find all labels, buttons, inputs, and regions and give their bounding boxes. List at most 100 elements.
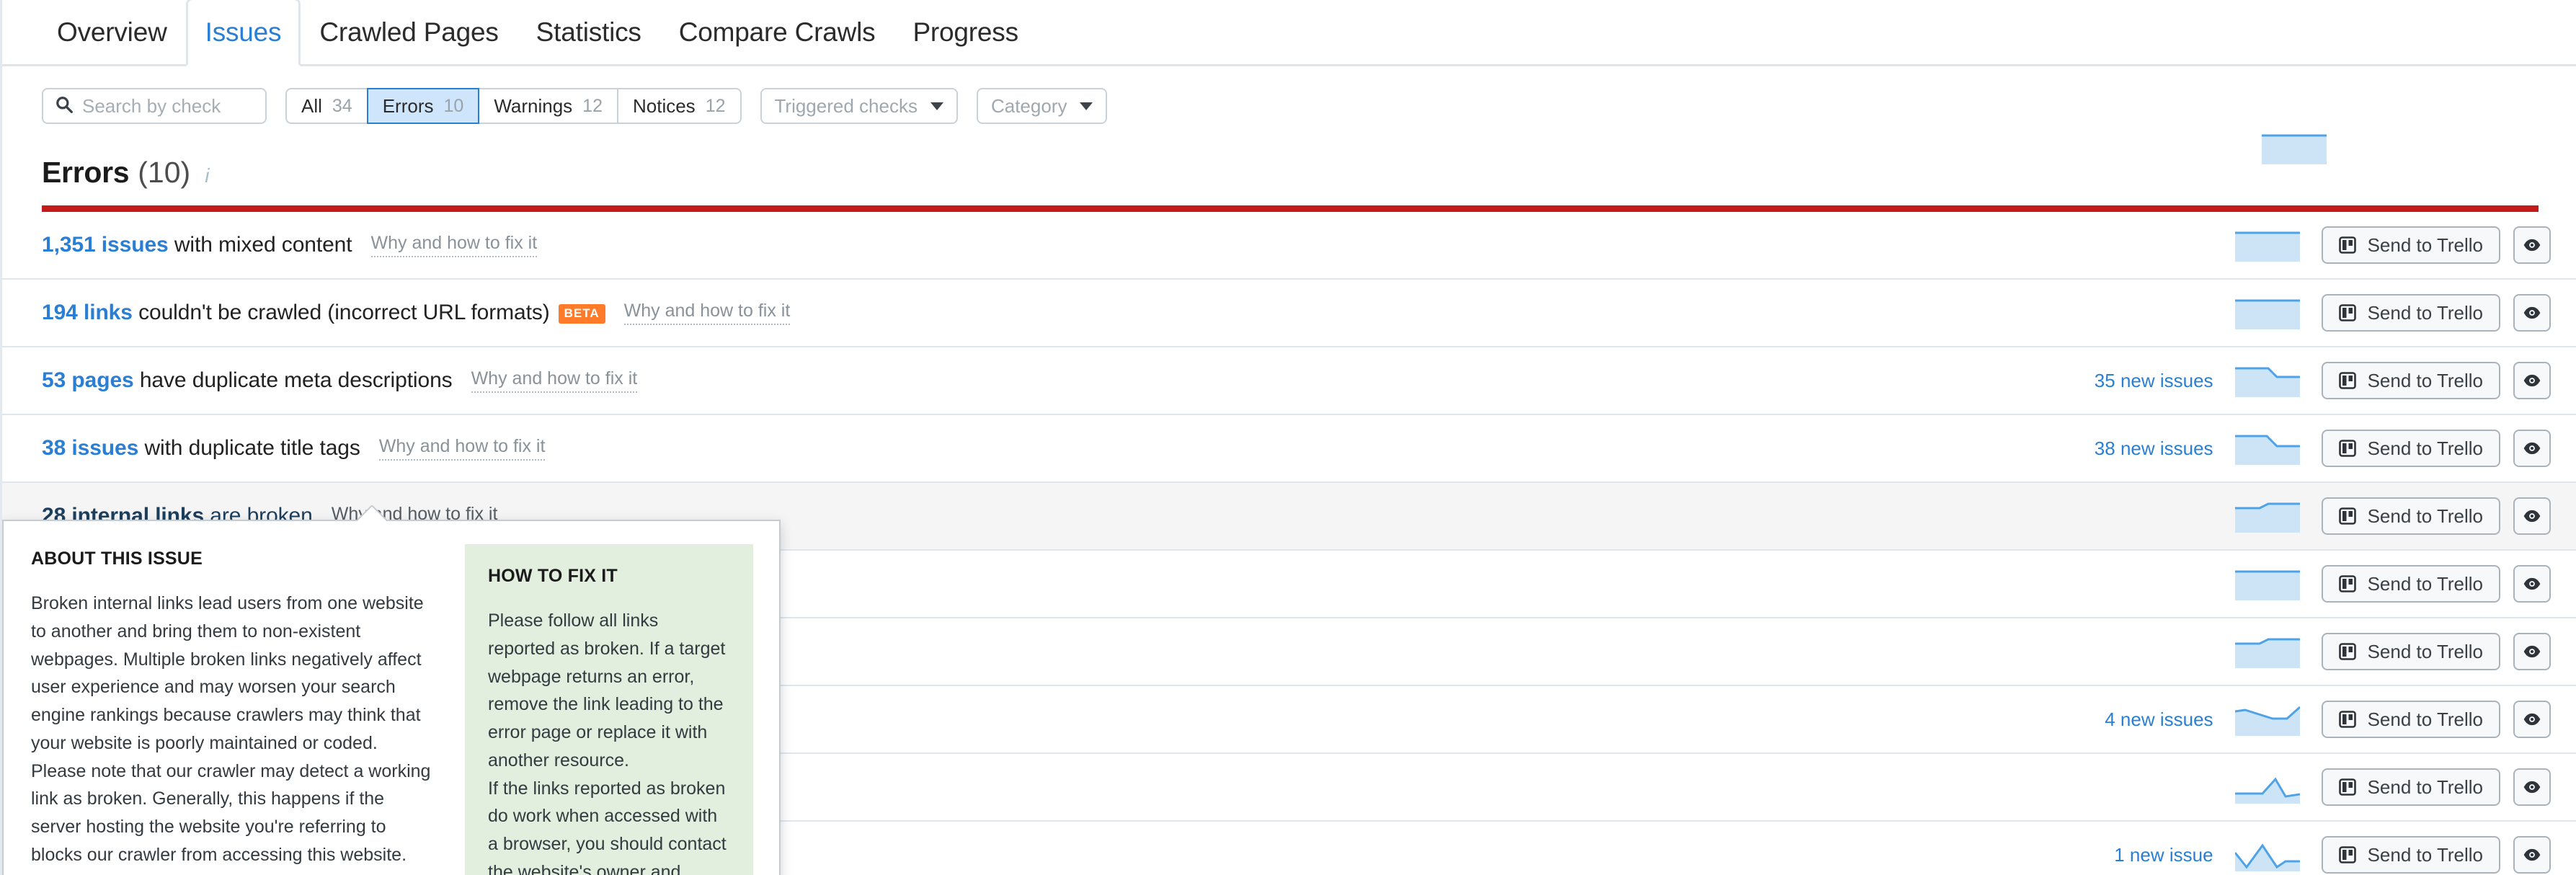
trello-icon (2338, 778, 2356, 796)
send-to-trello-button[interactable]: Send to Trello (2321, 836, 2500, 874)
issue-title[interactable]: 1,351 issues with mixed content (42, 233, 352, 257)
sparkline-flat-full-icon (2234, 299, 2300, 329)
tab-issues-label: Issues (205, 17, 282, 47)
errors-divider-rule (42, 205, 2539, 212)
chevron-down-icon (930, 102, 943, 110)
tooltip-arrow-icon (357, 505, 388, 521)
preview-button[interactable] (2513, 430, 2551, 467)
why-and-how-to-fix-link[interactable]: Why and how to fix it (471, 368, 638, 393)
table-row[interactable]: 194 links couldn't be crawled (incorrect… (2, 280, 2576, 347)
tab-compare-crawls[interactable]: Compare Crawls (660, 19, 894, 64)
preview-button[interactable] (2513, 836, 2551, 874)
tooltip-fix-body: Please follow all links reported as brok… (488, 610, 727, 875)
send-to-trello-button[interactable]: Send to Trello (2321, 497, 2500, 535)
main-tab-bar: Overview Issues Crawled Pages Statistics… (2, 0, 2576, 66)
send-to-trello-label: Send to Trello (2367, 572, 2483, 595)
send-to-trello-button[interactable]: Send to Trello (2321, 565, 2500, 603)
issue-title[interactable]: 53 pages have duplicate meta description… (42, 368, 453, 393)
tab-compare-crawls-label: Compare Crawls (678, 17, 876, 47)
trello-icon (2338, 711, 2356, 728)
filter-warnings[interactable]: Warnings 12 (479, 88, 617, 124)
sparkline-step-up-icon (2234, 502, 2300, 533)
preview-button[interactable] (2513, 226, 2551, 264)
send-to-trello-label: Send to Trello (2367, 301, 2483, 324)
preview-button[interactable] (2513, 633, 2551, 670)
row-actions: Send to Trello (1997, 565, 2551, 603)
info-icon[interactable]: i (205, 164, 209, 187)
eye-icon (2523, 781, 2541, 794)
send-to-trello-button[interactable]: Send to Trello (2321, 430, 2500, 467)
search-input[interactable] (81, 94, 249, 118)
send-to-trello-button[interactable]: Send to Trello (2321, 362, 2500, 399)
table-row[interactable]: 38 issues with duplicate title tags Why … (2, 415, 2576, 483)
issue-text: with mixed content (168, 233, 352, 257)
new-issues-link[interactable]: 4 new issues (1997, 709, 2213, 731)
issue-title[interactable]: 38 issues with duplicate title tags (42, 436, 360, 461)
send-to-trello-label: Send to Trello (2367, 776, 2483, 798)
preview-button[interactable] (2513, 701, 2551, 738)
sparkline-step-down-icon (2234, 435, 2300, 465)
issue-text: have duplicate meta descriptions (133, 368, 453, 392)
why-and-how-to-fix-link[interactable]: Why and how to fix it (370, 233, 538, 257)
preview-button[interactable] (2513, 565, 2551, 603)
search-box[interactable] (42, 88, 267, 124)
severity-segmented-control: All 34 Errors 10 Warnings 12 Notices 12 (285, 88, 742, 124)
why-and-how-to-fix-link[interactable]: Why and how to fix it (378, 436, 546, 461)
filter-errors-label: Errors (382, 94, 434, 117)
eye-icon (2523, 306, 2541, 319)
tooltip-about-heading: ABOUT THIS ISSUE (31, 548, 203, 569)
eye-icon (2523, 239, 2541, 252)
send-to-trello-button[interactable]: Send to Trello (2321, 633, 2500, 670)
issue-count-link[interactable]: 194 links (42, 301, 133, 324)
send-to-trello-button[interactable]: Send to Trello (2321, 701, 2500, 738)
tab-progress[interactable]: Progress (894, 19, 1036, 64)
new-issues-link[interactable]: 35 new issues (1997, 370, 2213, 392)
issue-count-link[interactable]: 53 pages (42, 368, 134, 392)
row-actions: 4 new issues Send to Trello (1997, 701, 2551, 738)
tab-statistics[interactable]: Statistics (518, 19, 660, 64)
new-issues-link[interactable]: 38 new issues (1997, 438, 2213, 460)
triggered-checks-dropdown[interactable]: Triggered checks (760, 88, 958, 124)
trello-icon (2338, 440, 2356, 457)
table-row[interactable]: 1,351 issues with mixed content Why and … (2, 212, 2576, 280)
preview-button[interactable] (2513, 362, 2551, 399)
issue-text: couldn't be crawled (incorrect URL forma… (132, 301, 550, 324)
send-to-trello-button[interactable]: Send to Trello (2321, 226, 2500, 264)
row-actions: 35 new issues Send to Trello (1997, 362, 2551, 399)
new-issues-link[interactable]: 1 new issue (1997, 844, 2213, 866)
issue-title[interactable]: 194 links couldn't be crawled (incorrect… (42, 301, 605, 325)
chevron-down-icon (1080, 102, 1093, 110)
filter-notices[interactable]: Notices 12 (616, 88, 742, 124)
tab-issues[interactable]: Issues (185, 0, 301, 66)
table-row[interactable]: 53 pages have duplicate meta description… (2, 347, 2576, 415)
category-dropdown[interactable]: Category (976, 88, 1108, 124)
trello-icon (2338, 643, 2356, 660)
preview-button[interactable] (2513, 768, 2551, 806)
filter-all[interactable]: All 34 (285, 88, 367, 124)
tab-crawled-pages[interactable]: Crawled Pages (301, 19, 517, 64)
filter-errors[interactable]: Errors 10 (366, 88, 480, 124)
eye-icon (2523, 374, 2541, 387)
row-actions: 1 new issue Send to Trello (1997, 836, 2551, 874)
issue-count-link[interactable]: 38 issues (42, 436, 138, 460)
issue-count-link[interactable]: 1,351 issues (42, 233, 169, 257)
trello-icon (2338, 575, 2356, 592)
why-and-how-to-fix-link[interactable]: Why and how to fix it (623, 301, 791, 325)
triggered-checks-label: Triggered checks (774, 94, 918, 117)
eye-icon (2523, 442, 2541, 455)
filter-all-label: All (301, 94, 322, 117)
row-actions: Send to Trello (1997, 497, 2551, 535)
section-count: (10) (138, 156, 191, 189)
send-to-trello-button[interactable]: Send to Trello (2321, 294, 2500, 332)
beta-badge: BETA (558, 304, 605, 324)
trello-icon (2338, 236, 2356, 254)
row-actions: Send to Trello (1997, 768, 2551, 806)
preview-button[interactable] (2513, 294, 2551, 332)
row-actions: Send to Trello (1997, 294, 2551, 332)
send-to-trello-button[interactable]: Send to Trello (2321, 768, 2500, 806)
trello-icon (2338, 507, 2356, 525)
tooltip-about-panel: ABOUT THIS ISSUE Broken internal links l… (4, 521, 465, 875)
sparkline-zigzag-icon (2234, 843, 2300, 871)
preview-button[interactable] (2513, 497, 2551, 535)
tab-overview[interactable]: Overview (38, 19, 186, 64)
